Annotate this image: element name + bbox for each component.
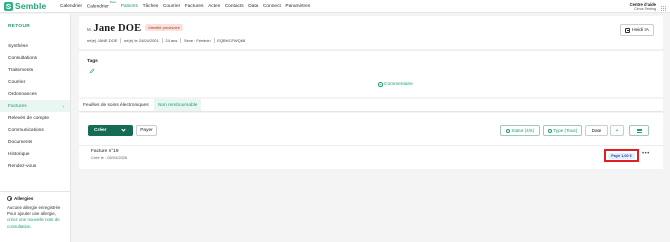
semble-logo-icon (4, 1, 13, 11)
birth-date: né(e) le 24/04/2001 (124, 38, 159, 43)
heidi-icon (625, 27, 631, 33)
plus-circle-icon: + (378, 82, 383, 88)
menu-actes[interactable]: Actes (208, 4, 220, 9)
beta-badge: Beta (109, 0, 117, 5)
menu-courrier[interactable]: Courrier (163, 4, 180, 9)
account-menu[interactable]: Centre d'aide Cirrus Testing (630, 2, 656, 12)
highlighted-payment-status: Payé 1,00 € (604, 149, 639, 162)
apps-grid-icon[interactable] (661, 6, 666, 11)
invoice-created-date: Créé le : 05/03/2026 (91, 155, 128, 160)
tab-feuilles-de-soins[interactable]: Feuilles de soins électroniques (79, 99, 154, 111)
list-icon (636, 128, 642, 133)
patient-id: EQBHCFWQ68 (217, 38, 246, 43)
menu-calendrier[interactable]: Calendrier (60, 4, 82, 9)
paid-status-badge[interactable]: Payé 1,00 € (608, 152, 635, 159)
birth-name: né(e) JANE DOE (87, 38, 118, 43)
sidebar-item-historique[interactable]: Historique (0, 148, 70, 160)
tab-non-remboursable[interactable]: Non remboursable (154, 99, 202, 111)
add-comment-button[interactable]: + Commentaire (378, 82, 413, 87)
type-filter[interactable]: Type (Tous) (543, 125, 582, 136)
invoice-title[interactable]: Facture n°19 (91, 149, 119, 154)
sidebar-item-communications[interactable]: Communications (0, 124, 70, 136)
allergy-title: Allergies (14, 196, 34, 201)
info-icon (7, 196, 12, 201)
sidebar-item-ordonnances[interactable]: Ordonnances (0, 88, 70, 100)
allergy-hint: Pour ajouter une allergie, (7, 211, 57, 217)
pay-button[interactable]: Payer (136, 125, 157, 136)
invoice-row[interactable]: Facture n°19 Créé le : 05/03/2026 Payé 1… (79, 145, 663, 169)
tags-section: Tags + Commentaire (79, 50, 663, 97)
patient-sex: Sexe : Féminin (183, 38, 211, 43)
menu-taches[interactable]: Tâches (143, 4, 159, 9)
more-options-icon[interactable]: ••• (642, 151, 650, 157)
top-navigation: Semble Calendrier CalendrierBeta Patient… (0, 0, 670, 13)
patient-sidebar: RETOUR Synthèse Consultations Traitement… (0, 14, 71, 242)
menu-data[interactable]: Data (248, 4, 258, 9)
create-button[interactable]: Créer (88, 125, 133, 136)
column-settings-button[interactable] (629, 125, 649, 136)
sidebar-item-releves[interactable]: Relevés de compte (0, 112, 70, 124)
add-filter-button[interactable]: + (610, 125, 624, 136)
back-link[interactable]: RETOUR (8, 24, 30, 29)
menu-contacts[interactable]: Contacts (225, 4, 244, 9)
menu-parametres[interactable]: Paramètres (285, 4, 310, 9)
filter-icon (505, 128, 510, 133)
chevron-down-icon (121, 127, 126, 132)
patient-meta: né(e) JANE DOE né(e) le 24/04/2001 24 an… (87, 38, 245, 43)
brand-name: Semble (15, 1, 47, 11)
sidebar-item-documents[interactable]: Documents (0, 136, 70, 148)
create-consultation-note-link[interactable]: créez une nouvelle note de consultation. (7, 217, 60, 228)
sidebar-item-factures[interactable]: Factures › (0, 100, 70, 112)
help-center-link[interactable]: Centre d'aide (630, 2, 656, 7)
sidebar-item-traitements[interactable]: Traitements (0, 64, 70, 76)
account-name: Cirrus Testing (634, 7, 656, 11)
menu-connect[interactable]: Connect (263, 4, 281, 9)
invoice-toolbar: Créer Payer Statut (4/5) Type (Tous) Dat… (79, 113, 663, 145)
sidebar-item-rendez-vous[interactable]: Rendez-vous (0, 160, 70, 172)
heidi-ia-button[interactable]: Heidi IA (620, 24, 654, 36)
patient-title: M. (87, 27, 92, 32)
menu-calendrier-beta[interactable]: CalendrierBeta (87, 0, 117, 10)
identity-status-badge: Identité provisoire (145, 24, 183, 31)
patient-name: Jane DOE (93, 23, 142, 34)
patient-header: M. Jane DOE Identité provisoire né(e) JA… (79, 16, 663, 49)
pencil-icon[interactable] (89, 68, 95, 74)
main-menu: Calendrier CalendrierBeta Patients Tâche… (60, 0, 315, 10)
filter-icon (547, 128, 552, 133)
invoice-tabs: Feuilles de soins électroniques Non remb… (79, 99, 663, 112)
sidebar-item-courrier[interactable]: Courrier (0, 76, 70, 88)
patient-age: 24 ans (165, 38, 178, 43)
menu-factures[interactable]: Factures (185, 4, 204, 9)
allergy-panel: Allergies Aucune allergie enregistrée Po… (0, 191, 70, 230)
semble-logo[interactable]: Semble (4, 1, 60, 11)
sidebar-nav: Synthèse Consultations Traitements Courr… (0, 40, 70, 172)
status-filter[interactable]: Statut (4/5) (500, 125, 540, 136)
date-filter[interactable]: Date (585, 125, 608, 136)
tags-label: Tags (87, 59, 98, 64)
menu-patients[interactable]: Patients (121, 4, 138, 9)
sidebar-item-consultations[interactable]: Consultations (0, 52, 70, 64)
chevron-right-icon: › (62, 103, 65, 109)
sidebar-item-synthese[interactable]: Synthèse (0, 40, 70, 52)
